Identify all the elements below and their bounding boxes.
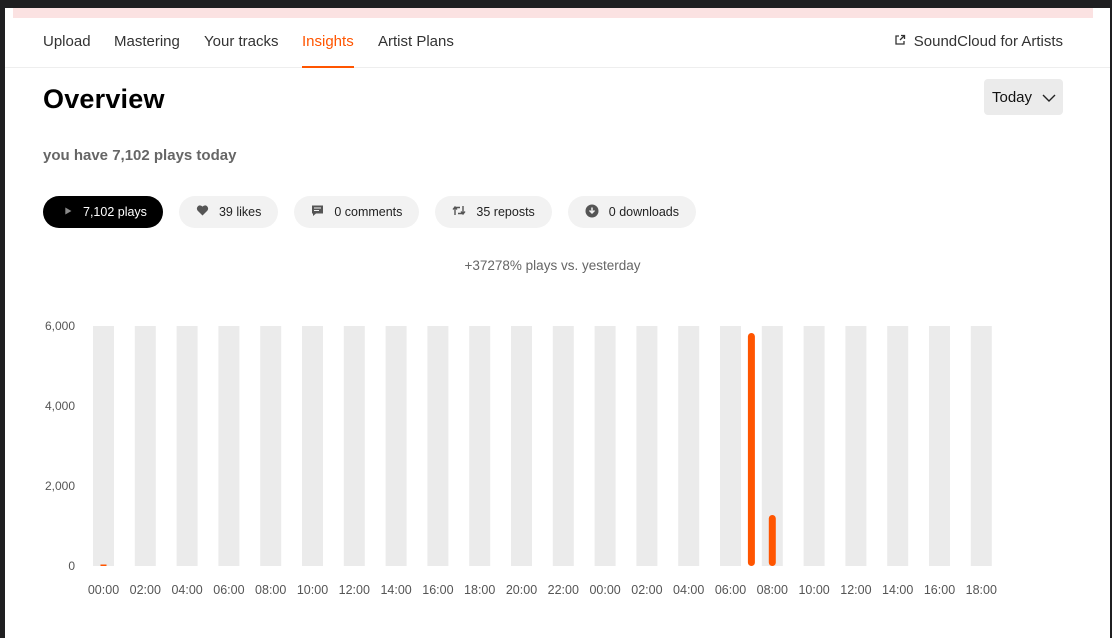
x-tick-label: 18:00 [464,583,495,597]
plays-bar[interactable] [100,564,107,567]
plays-bar[interactable] [747,333,755,566]
chart-slot-band [302,326,323,566]
chart-slot-band [887,326,909,566]
chart-slot-band [552,326,574,566]
chart-slot-band [845,326,867,566]
external-link-icon [894,33,906,50]
metric-likes-button[interactable]: 39 likes [178,196,279,228]
x-tick-label: 04:00 [171,583,202,597]
y-tick-label: 4,000 [45,399,75,413]
metric-downloads-label: 0 downloads [608,205,679,219]
chart-slot-band [218,326,240,566]
x-tick-label: 14:00 [882,583,913,597]
app-window: Upload Mastering Your tracks Insights Ar… [5,8,1110,638]
plays-summary: you have 7,102 plays today [43,147,237,164]
x-tick-label: 06:00 [715,583,746,597]
y-tick-label: 0 [68,559,75,573]
page-title: Overview [43,84,165,114]
date-range-value: Today [992,88,1033,106]
tab-artist-plans[interactable]: Artist Plans [378,33,454,68]
plays-bar[interactable] [768,515,776,566]
x-tick-label: 18:00 [966,583,997,597]
chevron-down-icon [1042,89,1056,106]
soundcloud-for-artists-label: SoundCloud for Artists [913,33,1063,50]
x-tick-label: 06:00 [213,583,244,597]
chart-slot-band [427,326,449,566]
chart-slot-band [720,326,741,566]
metric-downloads-button[interactable]: 0 downloads [567,196,696,228]
play-icon [63,205,73,219]
chart-slot-band [929,326,950,566]
comment-icon [311,204,324,220]
metric-reposts-label: 35 reposts [476,205,535,219]
metric-plays-label: 7,102 plays [83,205,147,219]
y-tick-label: 6,000 [45,319,75,333]
download-icon [585,204,599,221]
metric-reposts-button[interactable]: 35 reposts [435,196,552,228]
x-tick-label: 10:00 [798,583,829,597]
tab-your-tracks[interactable]: Your tracks [204,33,278,68]
metric-likes-label: 39 likes [218,205,262,219]
x-tick-label: 14:00 [380,583,411,597]
heart-icon [196,204,209,220]
repost-icon [452,204,466,220]
plays-chart-svg: 00:00 02:00 04:00 06:00 08:00 10:00 12:00 14:00… [45,319,997,597]
x-tick-label: 16:00 [422,583,453,597]
x-tick-label: 04:00 [673,583,704,597]
plays-delta-text: +37278% plays vs. yesterday [464,258,641,273]
chart-slot-band [343,326,365,566]
x-tick-label: 22:00 [548,583,579,597]
top-navigation: Upload Mastering Your tracks Insights Ar… [5,18,1110,68]
chart-slot-band [93,326,114,566]
metric-comments-button[interactable]: 0 comments [294,196,420,228]
chart-slot-band [594,326,616,566]
x-tick-label: 02:00 [631,583,662,597]
chart-slot-band [636,326,658,566]
y-tick-label: 2,000 [45,479,75,493]
x-tick-label: 12:00 [339,583,370,597]
x-tick-label: 16:00 [924,583,955,597]
metric-plays-button[interactable]: 7,102 plays [43,196,163,228]
plays-chart: 00:00 02:00 04:00 06:00 08:00 10:00 12:00 14:00… [5,308,1110,608]
chart-slot-band [385,326,407,566]
metric-tabs: 7,102 plays 39 likes 0 comments 35 repos… [43,196,696,228]
tab-mastering[interactable]: Mastering [114,33,180,68]
chart-slot-band [970,326,992,566]
chart-slot-band [176,326,198,566]
chart-slot-band [511,326,532,566]
chart-slot-band [260,326,282,566]
x-tick-label: 08:00 [757,583,788,597]
x-tick-label: 02:00 [130,583,161,597]
notification-banner [13,8,1093,18]
chart-slot-band [678,326,700,566]
soundcloud-for-artists-link[interactable]: SoundCloud for Artists [894,33,1063,50]
x-tick-label: 12:00 [840,583,871,597]
x-tick-label: 20:00 [506,583,537,597]
tab-insights[interactable]: Insights [302,33,354,68]
x-tick-label: 00:00 [589,583,620,597]
x-tick-label: 08:00 [255,583,286,597]
date-range-select[interactable]: Today [984,79,1063,115]
metric-comments-label: 0 comments [334,205,403,219]
chart-slot-band [469,326,491,566]
x-tick-label: 10:00 [297,583,328,597]
chart-slot-band [134,326,156,566]
tab-upload[interactable]: Upload [43,33,91,68]
x-tick-label: 00:00 [88,583,119,597]
chart-slot-band [803,326,825,566]
